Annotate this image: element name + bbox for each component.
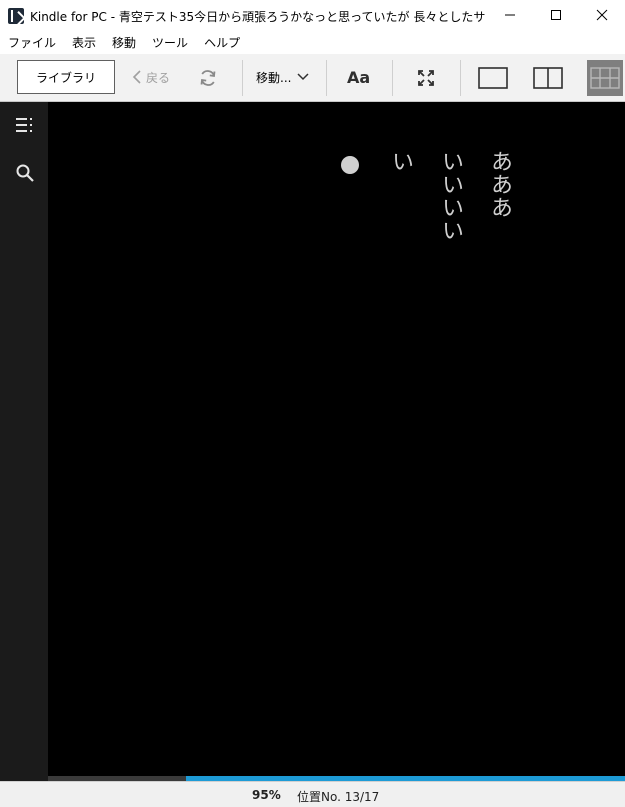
menu-help[interactable]: ヘルプ	[196, 32, 248, 54]
text-column: いいいい	[438, 150, 463, 242]
menu-tools[interactable]: ツール	[144, 32, 196, 54]
two-page-button[interactable]	[531, 66, 565, 90]
search-icon	[16, 164, 34, 182]
table-of-contents-button[interactable]	[14, 114, 36, 136]
chevron-down-icon	[297, 73, 309, 81]
minimize-button[interactable]	[487, 0, 533, 30]
chevron-left-icon	[132, 70, 141, 84]
bullet-mark	[341, 156, 359, 174]
fullscreen-icon	[418, 70, 434, 86]
search-button[interactable]	[14, 162, 36, 184]
back-button[interactable]: 戻る	[132, 66, 170, 88]
menu-go[interactable]: 移動	[104, 32, 144, 54]
menu-view[interactable]: 表示	[64, 32, 104, 54]
minimize-icon	[505, 14, 515, 16]
toolbar: ライブラリ 戻る 移動... Aa	[0, 54, 625, 102]
kindle-icon	[8, 8, 24, 24]
close-icon	[596, 9, 608, 21]
toolbar-separator	[326, 60, 327, 96]
toolbar-separator	[242, 60, 243, 96]
font-settings-button[interactable]: Aa	[347, 66, 370, 88]
maximize-button[interactable]	[533, 0, 579, 30]
menu-file[interactable]: ファイル	[0, 32, 64, 54]
close-button[interactable]	[579, 0, 625, 30]
text-column: あああ	[487, 150, 512, 219]
title-bar: Kindle for PC - 青空テスト35今日から頑張ろうかなっと思っていた…	[0, 0, 625, 32]
two-page-icon	[533, 67, 563, 89]
toolbar-separator	[460, 60, 461, 96]
fullscreen-button[interactable]	[414, 66, 438, 90]
window-title: Kindle for PC - 青空テスト35今日から頑張ろうかなっと思っていた…	[30, 9, 485, 24]
goto-button[interactable]: 移動...	[256, 66, 309, 88]
toolbar-separator	[392, 60, 393, 96]
table-of-contents-icon	[16, 118, 32, 132]
library-button[interactable]: ライブラリ	[17, 60, 115, 94]
multi-column-icon	[590, 67, 620, 89]
sync-button[interactable]	[196, 66, 220, 90]
status-bar: 95% 位置No. 13/17	[0, 781, 625, 807]
location-indicator: 位置No. 13/17	[297, 790, 380, 804]
sync-icon	[200, 70, 216, 86]
single-page-icon	[478, 67, 508, 89]
reading-pane[interactable]: あああ いいいい い	[48, 102, 625, 776]
sidebar	[0, 102, 48, 781]
maximize-icon	[551, 10, 561, 20]
progress-percent: 95%	[252, 788, 281, 802]
goto-label: 移動...	[256, 70, 292, 85]
menu-bar: ファイル 表示 移動 ツール ヘルプ	[0, 32, 625, 54]
multi-column-button[interactable]	[587, 60, 623, 96]
back-label: 戻る	[146, 70, 171, 85]
text-column: い	[388, 150, 413, 173]
single-page-button[interactable]	[476, 66, 510, 90]
